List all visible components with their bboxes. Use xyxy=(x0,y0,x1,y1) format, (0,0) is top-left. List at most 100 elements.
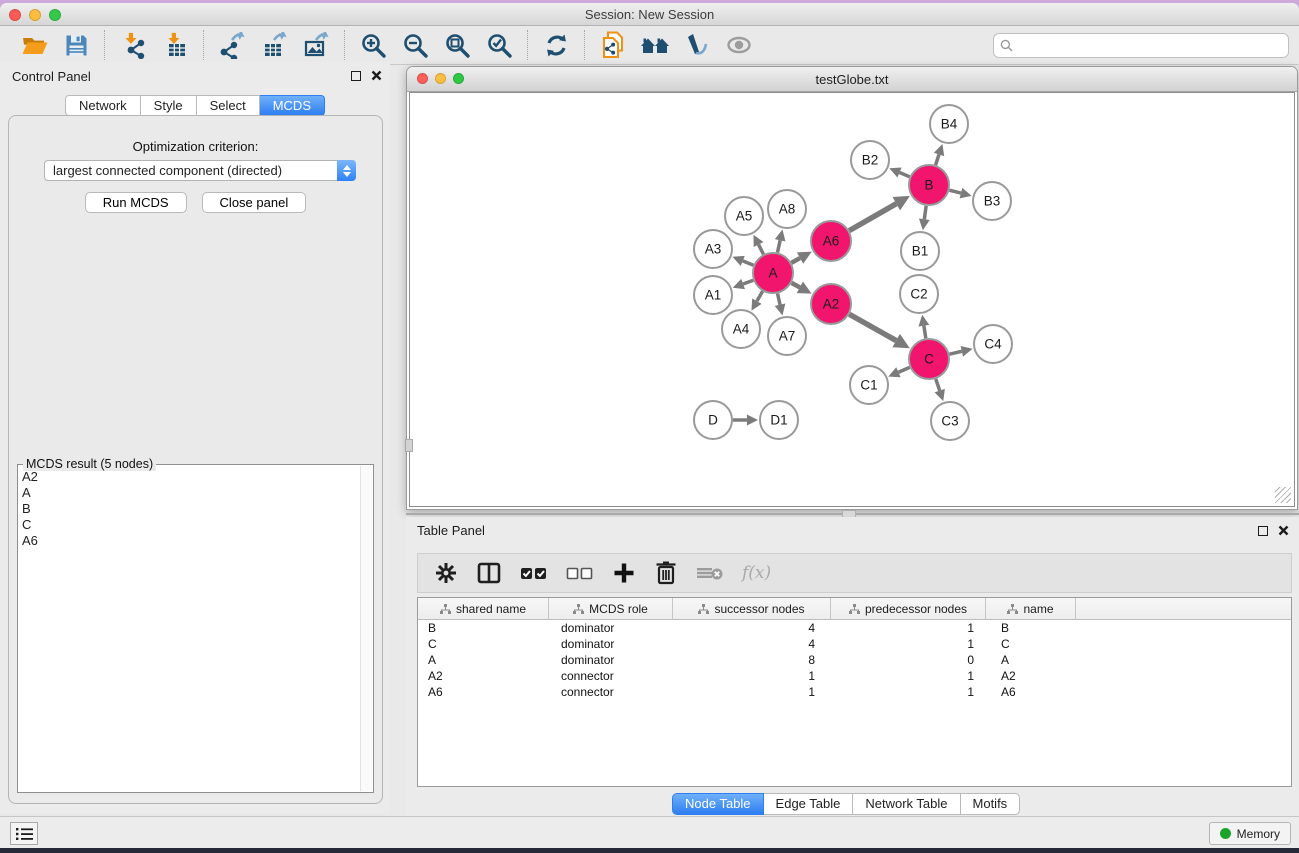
home-icon[interactable] xyxy=(640,30,670,60)
graph-node-B1[interactable]: B1 xyxy=(901,232,939,270)
graph-edge-A-A6[interactable] xyxy=(791,252,811,264)
graph-node-C2[interactable]: C2 xyxy=(900,275,938,313)
panel-splitter-grip-left[interactable] xyxy=(405,439,413,452)
network-window-minimize-button[interactable] xyxy=(435,73,446,84)
graph-node-A6[interactable]: A6 xyxy=(811,221,851,261)
column-header-successor-nodes[interactable]: successor nodes xyxy=(673,598,831,620)
deselect-all-checkboxes-icon[interactable] xyxy=(566,560,594,586)
refresh-layout-icon[interactable] xyxy=(541,30,571,60)
network-window-close-button[interactable] xyxy=(417,73,428,84)
window-close-button[interactable] xyxy=(9,9,21,21)
task-history-button[interactable] xyxy=(10,822,38,845)
graph-edge-A-A2[interactable] xyxy=(792,282,812,294)
zoom-fit-icon[interactable] xyxy=(442,30,472,60)
graph-edge-D-D1[interactable] xyxy=(733,415,758,426)
graph-edge-A-A1[interactable] xyxy=(733,279,754,289)
table-row[interactable]: Cdominator41C xyxy=(418,636,1291,652)
graph-node-C[interactable]: C xyxy=(909,339,949,379)
column-header-MCDS-role[interactable]: MCDS role xyxy=(549,598,673,620)
network-window-zoom-button[interactable] xyxy=(453,73,464,84)
graph-node-A7[interactable]: A7 xyxy=(768,317,806,355)
network-canvas[interactable]: B4 B2 B B3 A8A5 A6 A3 B1 A A1 C2 A2 A4A7 C4 C C1 C3 D D1 xyxy=(409,92,1295,507)
mcds-result-item[interactable]: C xyxy=(22,517,359,533)
graph-node-B3[interactable]: B3 xyxy=(973,182,1011,220)
graph-edge-C-C4[interactable] xyxy=(949,346,972,357)
graph-node-D[interactable]: D xyxy=(694,401,732,439)
graph-node-A2[interactable]: A2 xyxy=(811,284,851,324)
graph-edge-B-B1[interactable] xyxy=(919,206,930,230)
column-header-shared-name[interactable]: shared name xyxy=(418,598,549,620)
tab-mcds[interactable]: MCDS xyxy=(260,95,325,116)
graph-edge-A-A8[interactable] xyxy=(775,230,786,253)
save-session-icon[interactable] xyxy=(61,30,91,60)
table-row[interactable]: A2connector11A2 xyxy=(418,668,1291,684)
run-mcds-button[interactable]: Run MCDS xyxy=(85,192,187,213)
graph-edge-A6-B[interactable] xyxy=(849,196,910,231)
mcds-result-item[interactable]: A6 xyxy=(22,533,359,549)
tab-style[interactable]: Style xyxy=(141,95,197,116)
tab-select[interactable]: Select xyxy=(197,95,260,116)
export-network-icon[interactable] xyxy=(217,30,247,60)
export-image-icon[interactable] xyxy=(301,30,331,60)
graph-node-A3[interactable]: A3 xyxy=(694,230,732,268)
control-panel-close-icon[interactable] xyxy=(371,70,382,81)
memory-button[interactable]: Memory xyxy=(1209,822,1291,845)
network-resize-grip[interactable] xyxy=(1275,487,1291,503)
column-header-predecessor-nodes[interactable]: predecessor nodes xyxy=(831,598,986,620)
graph-node-B2[interactable]: B2 xyxy=(851,141,889,179)
graph-edge-B-B4[interactable] xyxy=(934,144,944,165)
import-network-icon[interactable] xyxy=(118,30,148,60)
graph-edge-C-C1[interactable] xyxy=(888,367,909,377)
select-all-checkboxes-icon[interactable] xyxy=(520,560,548,586)
graph-node-A8[interactable]: A8 xyxy=(768,190,806,228)
graph-node-C1[interactable]: C1 xyxy=(850,366,888,404)
zoom-selected-icon[interactable] xyxy=(484,30,514,60)
duplicate-network-icon[interactable] xyxy=(598,30,628,60)
tab-network[interactable]: Network xyxy=(65,95,141,116)
close-panel-button[interactable]: Close panel xyxy=(202,192,307,213)
add-column-icon[interactable] xyxy=(612,560,636,586)
graph-edge-B-B3[interactable] xyxy=(949,188,971,199)
mcds-result-item[interactable]: A xyxy=(22,485,359,501)
graph-node-D1[interactable]: D1 xyxy=(760,401,798,439)
optimization-criterion-select[interactable]: largest connected component (directed) xyxy=(44,160,356,181)
table-panel-close-icon[interactable] xyxy=(1278,525,1289,536)
tab-node-table[interactable]: Node Table xyxy=(672,793,764,815)
table-row[interactable]: A6connector11A6 xyxy=(418,684,1291,700)
split-view-icon[interactable] xyxy=(476,560,502,586)
graph-node-B4[interactable]: B4 xyxy=(930,105,968,143)
settings-gear-icon[interactable] xyxy=(434,560,458,586)
zoom-out-icon[interactable] xyxy=(400,30,430,60)
graph-node-C3[interactable]: C3 xyxy=(931,402,969,440)
graph-node-A5[interactable]: A5 xyxy=(725,197,763,235)
tab-edge-table[interactable]: Edge Table xyxy=(764,793,854,815)
table-panel-float-icon[interactable] xyxy=(1258,526,1268,536)
tab-motifs[interactable]: Motifs xyxy=(961,793,1021,815)
graph-node-C4[interactable]: C4 xyxy=(974,325,1012,363)
table-row[interactable]: Adominator80A xyxy=(418,652,1291,668)
graph-node-B[interactable]: B xyxy=(909,165,949,205)
graph-edge-A-A4[interactable] xyxy=(751,291,762,311)
mcds-result-item[interactable]: B xyxy=(22,501,359,517)
graph-node-A1[interactable]: A1 xyxy=(694,276,732,314)
window-zoom-button[interactable] xyxy=(49,9,61,21)
zoom-in-icon[interactable] xyxy=(358,30,388,60)
graph-edge-C-C2[interactable] xyxy=(918,315,929,338)
delete-column-icon[interactable] xyxy=(654,560,678,586)
graph-node-A[interactable]: A xyxy=(753,253,793,293)
show-hide-icon[interactable] xyxy=(724,30,754,60)
window-minimize-button[interactable] xyxy=(29,9,41,21)
open-session-icon[interactable] xyxy=(19,30,49,60)
search-input[interactable] xyxy=(1013,39,1282,53)
graph-edge-C-C3[interactable] xyxy=(935,379,945,401)
graph-edge-A-A5[interactable] xyxy=(754,235,764,255)
graph-edge-B-B2[interactable] xyxy=(889,167,909,177)
column-header-name[interactable]: name xyxy=(986,598,1076,620)
mcds-result-scrollbar[interactable] xyxy=(360,466,372,791)
graph-edge-A2-C[interactable] xyxy=(849,314,910,348)
table-row[interactable]: Bdominator41B xyxy=(418,620,1291,636)
graph-edge-A-A7[interactable] xyxy=(775,293,786,315)
export-table-icon[interactable] xyxy=(259,30,289,60)
style-paint-icon[interactable] xyxy=(682,30,712,60)
graph-node-A4[interactable]: A4 xyxy=(722,310,760,348)
